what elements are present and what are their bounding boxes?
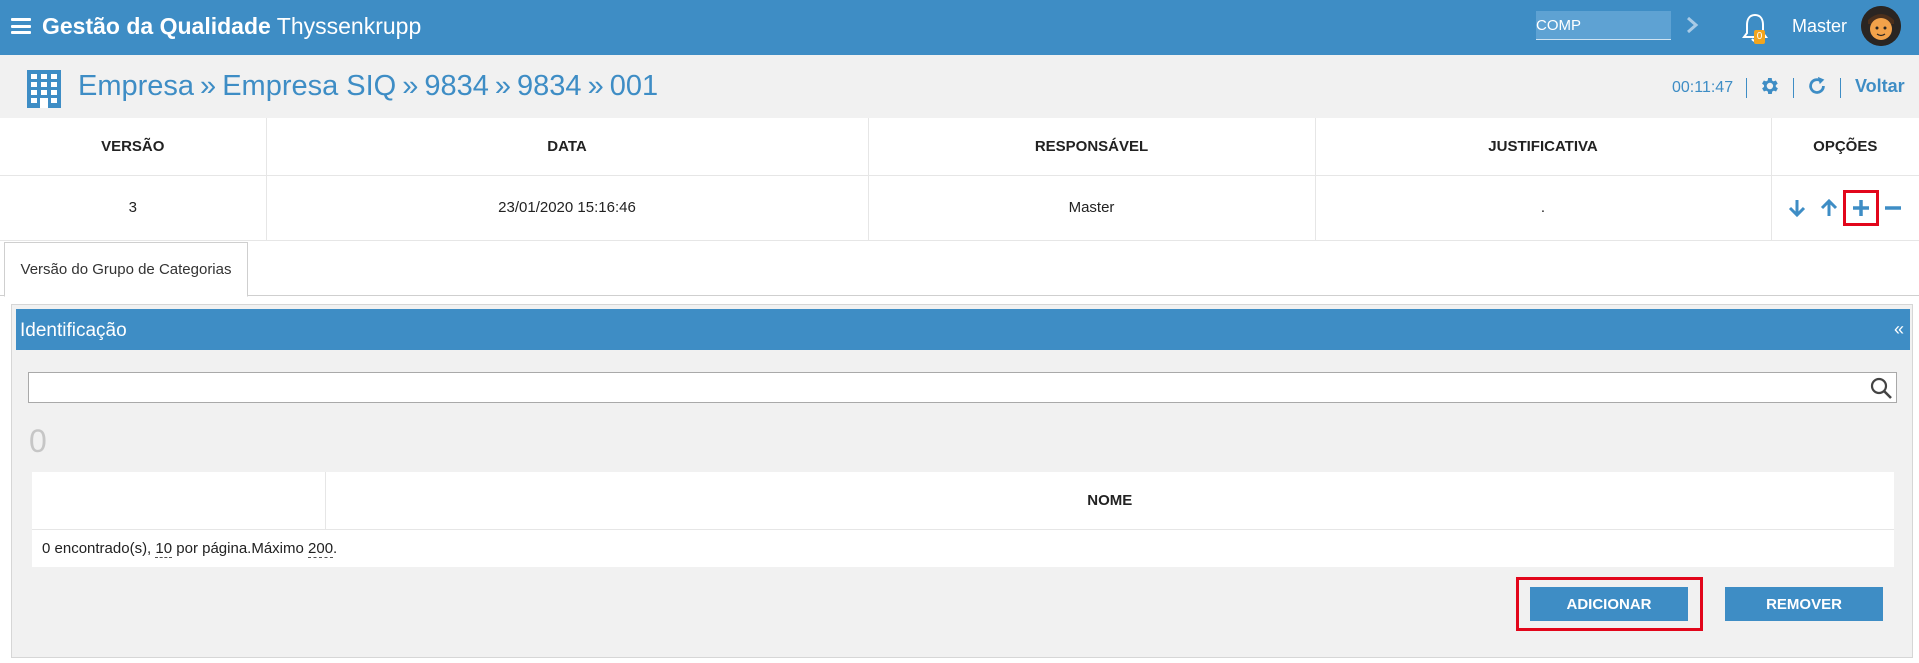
toolbar-divider — [1746, 78, 1747, 98]
tab-strip: Versão do Grupo de Categorias — [0, 242, 1919, 297]
per-page-text: por página.Máximo — [176, 539, 304, 557]
table-footer-row: 0 encontrado(s), 10 por página.Máximo 20… — [32, 529, 1894, 567]
breadcrumb-separator: » — [402, 70, 419, 102]
building-icon — [27, 70, 61, 108]
table-row[interactable]: 3 23/01/2020 15:16:46 Master . — [0, 175, 1919, 241]
results-table: NOME 0 encontrado(s), 10 por página.Máxi… — [32, 472, 1894, 567]
breadcrumb-item-empresa[interactable]: Empresa — [78, 70, 194, 102]
breadcrumb-item-9834[interactable]: 9834 — [424, 70, 489, 102]
remove-version-button[interactable] — [1880, 195, 1906, 221]
move-up-button[interactable] — [1816, 195, 1842, 221]
move-down-button[interactable] — [1784, 195, 1810, 221]
column-header-responsible[interactable]: RESPONSÁVEL — [868, 118, 1316, 176]
column-header-justification[interactable]: JUSTIFICATIVA — [1315, 118, 1772, 176]
cell-options — [1771, 175, 1919, 241]
top-bar: Gestão da Qualidade Thyssenkrupp 0 Maste… — [0, 0, 1919, 55]
row-options — [1772, 189, 1919, 226]
breadcrumb-separator: » — [494, 70, 512, 102]
arrow-down-icon — [1789, 199, 1806, 217]
back-link[interactable]: Voltar — [1855, 76, 1905, 97]
breadcrumb-separator: » — [587, 70, 604, 102]
filter-box — [28, 372, 1897, 403]
app-title: Gestão da Qualidade Thyssenkrupp — [42, 13, 421, 40]
notification-badge: 0 — [1754, 30, 1765, 44]
toolbar-divider — [1840, 78, 1841, 98]
pagination-info: 0 encontrado(s), 10 por página.Máximo 20… — [32, 529, 1894, 567]
identification-panel: Identificação « 0 NOME 0 encontrado(s), … — [11, 304, 1913, 658]
max-results-selector[interactable]: 200 — [308, 539, 334, 558]
cell-date: 23/01/2020 15:16:46 — [266, 175, 869, 241]
column-header-name[interactable]: NOME — [325, 472, 1894, 530]
versions-table: VERSÃO DATA RESPONSÁVEL JUSTIFICATIVA OP… — [0, 118, 1919, 241]
user-name[interactable]: Master — [1792, 16, 1847, 37]
app-title-bold: Gestão da Qualidade — [42, 13, 271, 39]
add-button[interactable]: ADICIONAR — [1530, 587, 1688, 621]
column-header-version[interactable]: VERSÃO — [0, 118, 267, 176]
result-count: 0 — [29, 423, 47, 459]
filter-input[interactable] — [29, 373, 1859, 402]
arrow-up-icon — [1821, 198, 1838, 216]
per-page-selector[interactable]: 10 — [155, 539, 173, 558]
table-header-row: NOME — [32, 472, 1894, 530]
breadcrumb-item-9834-b[interactable]: 9834 — [517, 70, 582, 102]
module-search — [1536, 11, 1671, 40]
breadcrumb: Empresa» Empresa SIQ» 9834» 9834» 001 — [78, 70, 658, 103]
panel-title: Identificação — [20, 320, 127, 341]
module-search-input[interactable] — [1536, 11, 1671, 39]
session-timer: 00:11:47 — [1672, 79, 1734, 96]
app-title-company: Thyssenkrupp — [276, 13, 422, 39]
column-header-options: OPÇÕES — [1771, 118, 1919, 176]
hamburger-menu-icon[interactable] — [11, 18, 31, 34]
avatar[interactable] — [1861, 6, 1901, 46]
collapse-panel-button[interactable]: « — [1894, 319, 1904, 340]
add-version-button[interactable] — [1843, 189, 1880, 226]
chevron-right-icon[interactable] — [1683, 14, 1701, 36]
cell-responsible: Master — [868, 175, 1316, 241]
toolbar-divider — [1793, 78, 1794, 98]
pagination-end: . — [333, 539, 338, 557]
tab-category-group-version[interactable]: Versão do Grupo de Categorias — [4, 242, 248, 297]
panel-header: Identificação « — [16, 309, 1910, 350]
column-header-select — [32, 472, 326, 530]
breadcrumb-item-001: 001 — [609, 70, 659, 102]
remove-button[interactable]: REMOVER — [1725, 587, 1883, 621]
found-count-text: 0 encontrado(s), — [42, 539, 152, 557]
cell-version: 3 — [0, 175, 267, 241]
search-icon[interactable] — [1869, 376, 1893, 400]
gear-icon[interactable] — [1758, 75, 1780, 97]
column-header-date[interactable]: DATA — [266, 118, 869, 176]
minus-icon — [1885, 205, 1902, 210]
plus-icon — [1853, 199, 1870, 216]
table-header-row: VERSÃO DATA RESPONSÁVEL JUSTIFICATIVA OP… — [0, 118, 1919, 176]
cell-justification: . — [1315, 175, 1772, 241]
breadcrumb-item-empresa-siq[interactable]: Empresa SIQ — [222, 70, 396, 102]
breadcrumb-separator: » — [200, 70, 217, 102]
refresh-icon[interactable] — [1806, 75, 1828, 97]
